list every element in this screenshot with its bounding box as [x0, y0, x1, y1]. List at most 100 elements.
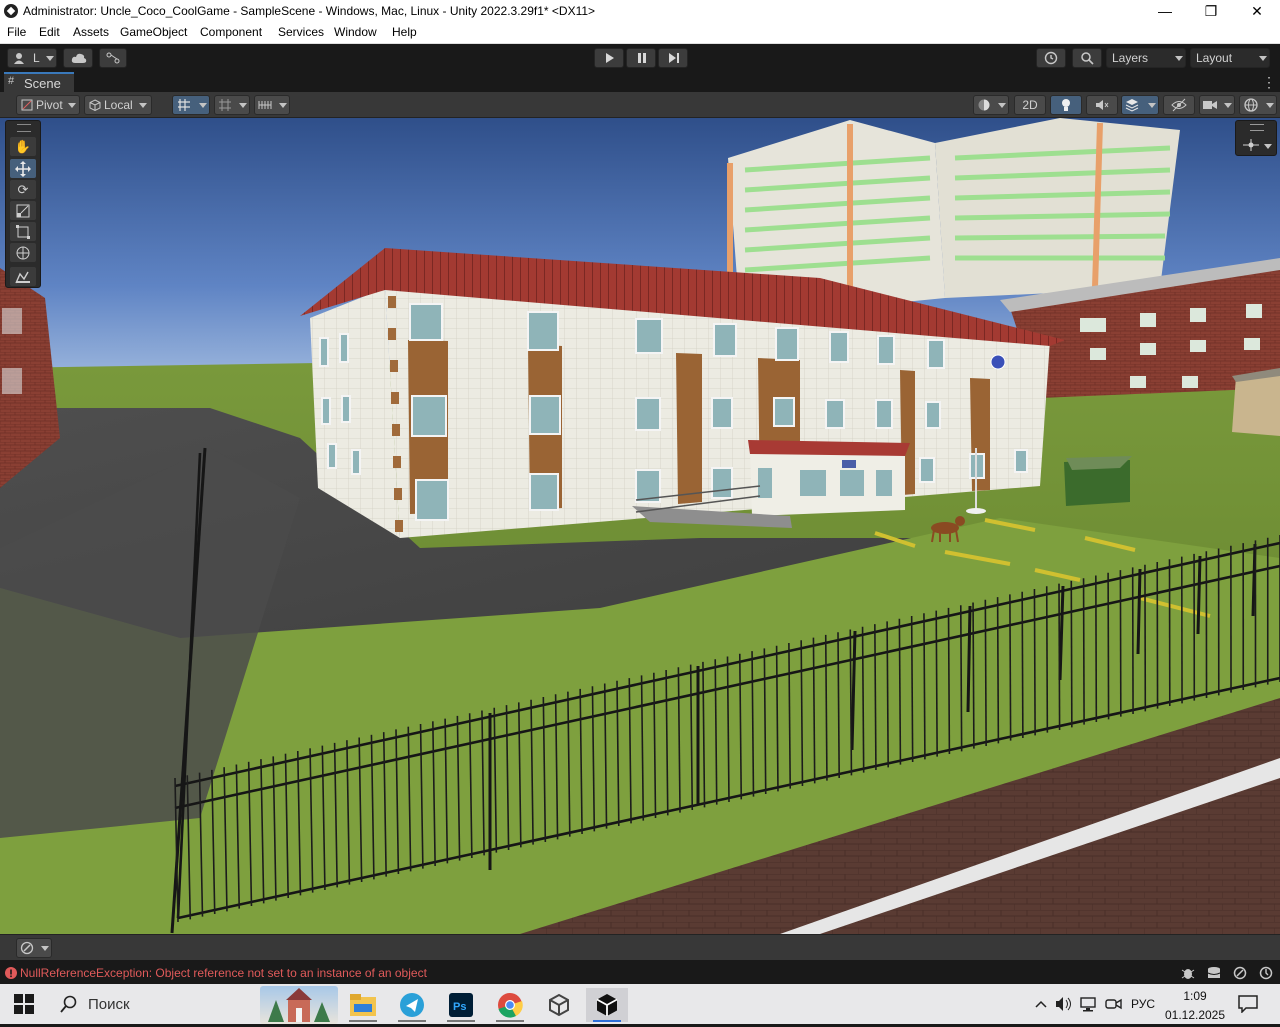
menu-services[interactable]: Services [278, 25, 324, 39]
chevron-down-icon [139, 103, 147, 108]
version-control-button[interactable] [99, 48, 127, 68]
close-button[interactable]: ✕ [1234, 0, 1280, 23]
draw-mode-dropdown[interactable] [973, 95, 1009, 115]
drag-handle-icon[interactable] [17, 124, 31, 132]
input-language[interactable]: РУС [1131, 997, 1155, 1011]
folder-icon [350, 994, 376, 1016]
menu-file[interactable]: File [7, 25, 26, 39]
undo-history-button[interactable] [1036, 48, 1066, 68]
drag-handle-icon[interactable] [1250, 124, 1264, 131]
debug-bug-icon[interactable] [1181, 966, 1195, 980]
console-error-message[interactable]: NullReferenceException: Object reference… [20, 966, 427, 980]
rect-tool-button[interactable] [10, 222, 36, 241]
taskbar-unity-editor[interactable] [586, 988, 628, 1022]
audio-toggle[interactable] [1086, 95, 1118, 115]
scene-tab-bar: # Scene ⋮ [0, 72, 1280, 92]
toggle-2d-button[interactable]: 2D [1014, 95, 1046, 115]
search-icon [1080, 51, 1094, 65]
taskbar-unity-hub[interactable] [538, 988, 580, 1022]
taskbar-file-explorer[interactable] [342, 988, 384, 1022]
chevron-down-icon [1148, 103, 1156, 108]
orientation-overlay[interactable] [1235, 120, 1277, 156]
photoshop-icon: Ps [449, 993, 473, 1017]
layers-dropdown[interactable]: Layers [1106, 48, 1186, 68]
account-label: L [33, 49, 40, 67]
search-button[interactable] [1072, 48, 1102, 68]
maximize-button[interactable]: ❐ [1188, 0, 1234, 23]
play-button[interactable] [594, 48, 624, 68]
scene-bottom-bar [0, 934, 1280, 960]
console-status-bar[interactable]: NullReferenceException: Object reference… [0, 962, 1280, 984]
tray-chevron-up-icon[interactable] [1035, 1000, 1047, 1008]
menu-component[interactable]: Component [200, 25, 262, 39]
menu-gameobject[interactable]: GameObject [120, 25, 187, 39]
scene-viewport[interactable] [0, 118, 1280, 934]
custom-tool-button[interactable] [10, 267, 36, 286]
network-icon[interactable] [1080, 996, 1098, 1012]
move-tool-button[interactable] [10, 159, 36, 178]
branch-icon [106, 52, 120, 64]
compass-icon [20, 941, 34, 955]
taskbar-search-box[interactable]: Поиск [48, 984, 253, 1024]
pause-button[interactable] [626, 48, 656, 68]
effects-dropdown[interactable] [1121, 95, 1159, 115]
menu-window[interactable]: Window [334, 25, 377, 39]
rotate-icon: ⟳ [18, 182, 29, 197]
pause-icon [637, 53, 647, 63]
increment-snap-dropdown[interactable] [214, 95, 250, 115]
light-baking-icon[interactable] [1259, 966, 1273, 980]
camera-settings-dropdown[interactable] [1199, 95, 1235, 115]
cache-server-icon[interactable] [1207, 966, 1221, 980]
grid-snap-icon [177, 98, 191, 112]
rotation-snap-dropdown[interactable] [254, 95, 290, 115]
meet-now-icon[interactable] [1105, 996, 1123, 1012]
chrome-icon [497, 992, 523, 1018]
lighting-toggle[interactable] [1050, 95, 1082, 115]
menu-edit[interactable]: Edit [39, 25, 60, 39]
speaker-muted-icon [1095, 98, 1109, 112]
step-icon [669, 53, 679, 63]
gizmos-dropdown[interactable] [1239, 95, 1277, 115]
menu-help[interactable]: Help [392, 25, 417, 39]
grid-snapping-toggle[interactable] [172, 95, 210, 115]
taskbar-app-blue[interactable] [391, 988, 433, 1022]
cube-icon [89, 99, 101, 111]
menu-assets[interactable]: Assets [73, 25, 109, 39]
windows-start-icon[interactable] [14, 994, 34, 1014]
search-placeholder: Поиск [88, 996, 130, 1013]
scale-icon [16, 204, 30, 218]
step-button[interactable] [658, 48, 688, 68]
layout-label: Layout [1196, 49, 1232, 67]
cloud-button[interactable] [63, 48, 93, 68]
chevron-down-icon [46, 56, 54, 61]
snap-grid-icon [218, 98, 232, 112]
layers-label: Layers [1112, 49, 1148, 67]
search-icon [60, 995, 78, 1013]
svg-text:Ps: Ps [453, 1001, 466, 1013]
taskbar-photoshop[interactable]: Ps [440, 988, 482, 1022]
scale-tool-button[interactable] [10, 201, 36, 220]
overlay-menu-dropdown[interactable] [16, 938, 52, 958]
scene-visibility-toggle[interactable] [1163, 95, 1195, 115]
hand-tool-button[interactable]: ✋ [10, 137, 36, 156]
local-label: Local [104, 96, 133, 114]
tab-scene[interactable]: # Scene [4, 72, 74, 92]
more-options-icon[interactable]: ⋮ [1262, 74, 1276, 91]
volume-icon[interactable] [1055, 996, 1073, 1012]
unity-icon [594, 992, 620, 1018]
layout-dropdown[interactable]: Layout [1190, 48, 1270, 68]
pivot-dropdown[interactable]: Pivot [16, 95, 80, 115]
notification-center-icon[interactable] [1238, 995, 1258, 1013]
taskbar-clock[interactable]: 1:09 01.12.2025 [1164, 986, 1226, 1022]
transform-tool-button[interactable] [10, 243, 36, 262]
search-highlight-image[interactable] [260, 986, 338, 1024]
transform-globe-icon [15, 245, 31, 261]
rotate-tool-button[interactable]: ⟳ [10, 180, 36, 199]
local-dropdown[interactable]: Local [84, 95, 152, 115]
account-dropdown[interactable]: L [7, 48, 57, 68]
axis-gizmo-icon [1241, 139, 1261, 151]
taskbar-chrome[interactable] [489, 988, 531, 1022]
account-icon [13, 52, 25, 64]
progress-icon[interactable] [1233, 966, 1247, 980]
minimize-button[interactable]: — [1142, 0, 1188, 23]
